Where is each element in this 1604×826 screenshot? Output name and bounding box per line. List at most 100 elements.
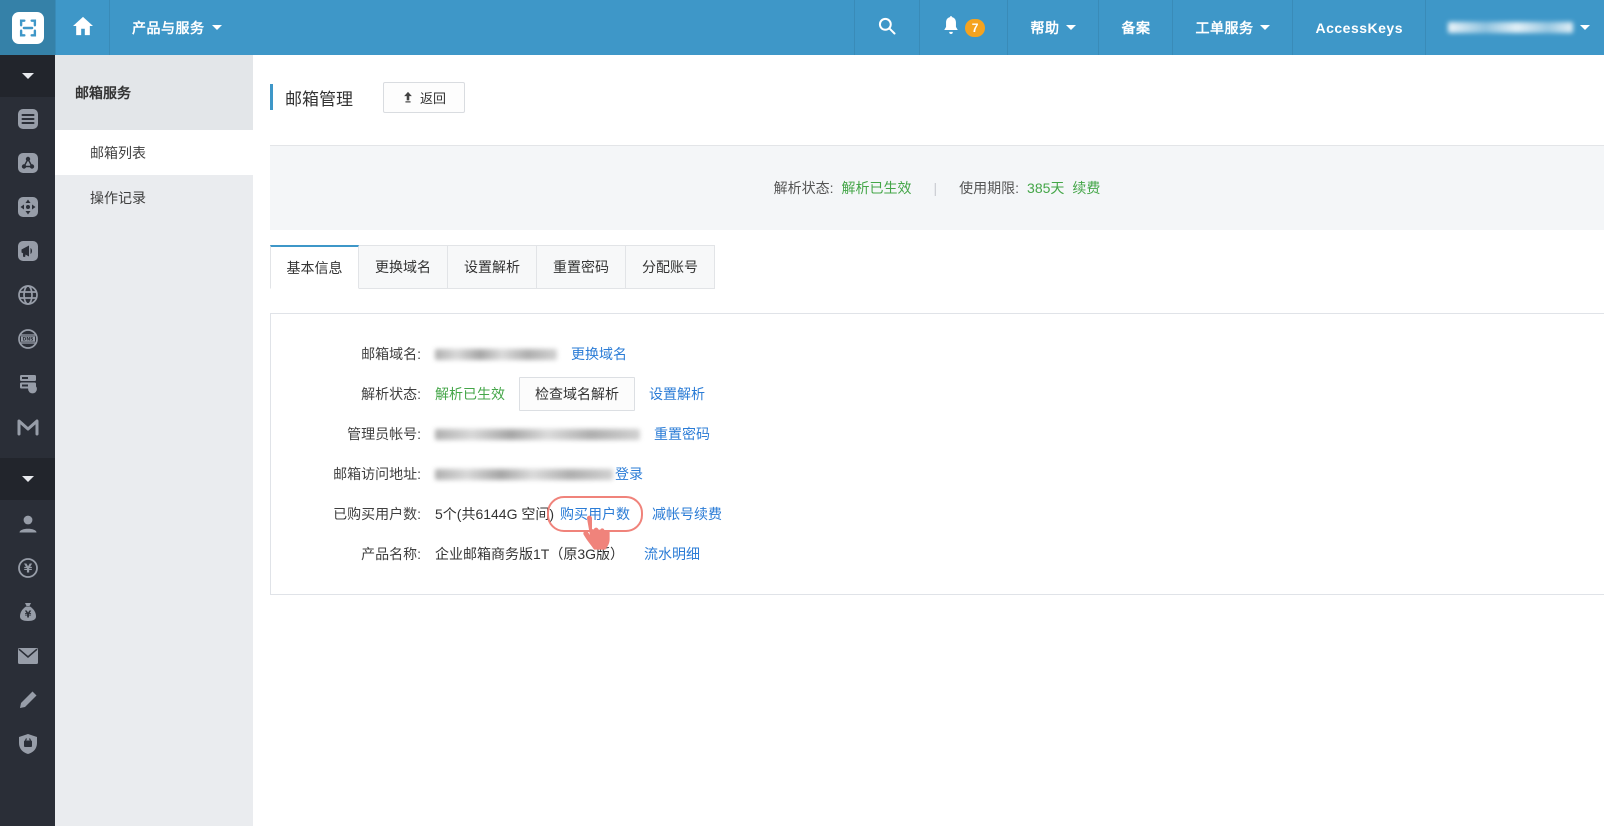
arrow-up-icon <box>402 91 414 103</box>
nodes-icon[interactable] <box>14 150 42 176</box>
resolve-status-label: 解析状态: <box>774 178 834 198</box>
svg-text:DNS: DNS <box>22 337 33 343</box>
bell-icon <box>942 16 960 39</box>
chevron-down-icon <box>1260 25 1270 30</box>
top-navbar: 产品与服务 7 帮助 备案 <box>0 0 1604 55</box>
sidebar-item-operation-log[interactable]: 操作记录 <box>55 175 253 220</box>
resolve-status-value: 解析已生效 <box>842 178 912 198</box>
home-button[interactable] <box>55 0 110 55</box>
ticket-service-menu[interactable]: 工单服务 <box>1172 0 1292 55</box>
sidebar-service-header: 邮箱服务 <box>55 55 253 130</box>
account-name-redacted <box>1448 22 1573 33</box>
console-app: 产品与服务 7 帮助 备案 <box>0 0 1604 826</box>
search-icon <box>877 16 897 39</box>
navbar-spacer <box>244 0 854 55</box>
user-icon[interactable] <box>14 511 42 537</box>
notifications-button[interactable]: 7 <box>919 0 1008 55</box>
account-menu[interactable] <box>1425 0 1604 55</box>
help-menu[interactable]: 帮助 <box>1007 0 1098 55</box>
purchased-users-label: 已购买用户数: <box>271 504 421 524</box>
money-bag-icon[interactable]: ¥ <box>14 599 42 625</box>
tab-set-dns[interactable]: 设置解析 <box>448 245 537 289</box>
compute-arrows-icon[interactable] <box>14 194 42 220</box>
svg-text:¥: ¥ <box>23 561 32 575</box>
page-title: 邮箱管理 <box>285 85 353 110</box>
login-link[interactable]: 登录 <box>615 464 643 484</box>
reduce-renew-link[interactable]: 减帐号续费 <box>652 504 722 524</box>
mailbox-url-label: 邮箱访问地址: <box>271 464 421 484</box>
usage-period-value: 385天 <box>1027 178 1064 198</box>
status-summary-bar: 解析状态: 解析已生效 | 使用期限: 385天 续费 <box>270 145 1604 230</box>
set-dns-link[interactable]: 设置解析 <box>649 384 705 404</box>
sidebar-icon-group-top: DNS <box>0 97 55 458</box>
title-accent-bar <box>270 84 273 110</box>
home-icon <box>72 16 94 39</box>
storage-server-icon[interactable] <box>14 370 42 396</box>
beian-label: 备案 <box>1121 18 1150 38</box>
chevron-down-icon <box>22 73 34 79</box>
status-divider: | <box>934 180 938 196</box>
tab-reset-password[interactable]: 重置密码 <box>537 245 626 289</box>
chevron-down-icon <box>22 476 34 482</box>
ticket-service-label: 工单服务 <box>1195 18 1253 38</box>
notification-count-badge: 7 <box>965 19 986 37</box>
product-name-label: 产品名称: <box>271 544 421 564</box>
basic-info-panel: 邮箱域名: 更换域名 解析状态: 解析已生效 检查域名解析 设置解析 管理员帐号… <box>270 313 1604 595</box>
sidebar-collapse-mid[interactable] <box>0 458 55 500</box>
search-button[interactable] <box>854 0 919 55</box>
accesskeys-link[interactable]: AccessKeys <box>1292 0 1425 55</box>
row-product-name: 产品名称: 企业邮箱商务版1T（原3G版） 流水明细 <box>271 534 1604 574</box>
resolve-status-row-value: 解析已生效 <box>435 384 505 404</box>
mailbox-domain-value-redacted <box>435 349 557 360</box>
check-dns-button[interactable]: 检查域名解析 <box>519 377 635 411</box>
mail-icon[interactable] <box>14 643 42 669</box>
page-header: 邮箱管理 返回 <box>270 77 1604 117</box>
admin-account-value-redacted <box>435 429 640 440</box>
beian-link[interactable]: 备案 <box>1098 0 1172 55</box>
tab-basic-info[interactable]: 基本信息 <box>270 245 359 289</box>
pencil-icon[interactable] <box>14 687 42 713</box>
buy-users-annotation: 购买用户数 <box>560 504 630 524</box>
cdn-megaphone-icon[interactable] <box>14 238 42 264</box>
svg-text:¥: ¥ <box>24 610 31 621</box>
buy-users-link[interactable]: 购买用户数 <box>560 506 630 522</box>
statement-detail-link[interactable]: 流水明细 <box>644 544 700 564</box>
tab-assign-account[interactable]: 分配账号 <box>626 245 715 289</box>
sidebar-item-mailbox-list[interactable]: 邮箱列表 <box>55 130 253 175</box>
renew-link[interactable]: 续费 <box>1072 178 1100 198</box>
chevron-down-icon <box>1580 25 1590 30</box>
tab-change-domain[interactable]: 更换域名 <box>359 245 448 289</box>
admin-account-label: 管理员帐号: <box>271 424 421 444</box>
back-button-label: 返回 <box>420 88 446 107</box>
detail-tabs: 基本信息 更换域名 设置解析 重置密码 分配账号 <box>270 245 1604 289</box>
sidebar-icon-group-bottom: ¥ ¥ <box>0 500 55 775</box>
console-list-icon[interactable] <box>14 106 42 132</box>
purchased-users-value: 5个(共6144G 空间) <box>435 504 554 524</box>
row-resolve-status: 解析状态: 解析已生效 检查域名解析 设置解析 <box>271 374 1604 414</box>
product-name-value: 企业邮箱商务版1T（原3G版） <box>435 544 624 564</box>
yen-circle-icon[interactable]: ¥ <box>14 555 42 581</box>
back-button[interactable]: 返回 <box>383 82 465 113</box>
brand-logo[interactable] <box>0 0 55 55</box>
products-menu[interactable]: 产品与服务 <box>110 0 244 55</box>
globe-icon[interactable] <box>14 282 42 308</box>
mailbox-url-value-redacted <box>435 469 613 480</box>
sidebar-collapse-top[interactable] <box>0 55 55 97</box>
chevron-down-icon <box>212 25 222 30</box>
icon-sidebar: DNS ¥ ¥ <box>0 55 55 826</box>
help-menu-label: 帮助 <box>1030 18 1059 38</box>
main-content: 邮箱管理 返回 解析状态: 解析已生效 | 使用期限: 385天 续费 基本信息… <box>253 55 1604 826</box>
mailbox-domain-label: 邮箱域名: <box>271 344 421 364</box>
reset-password-link[interactable]: 重置密码 <box>654 424 710 444</box>
cloud-logo-icon <box>12 12 44 44</box>
chevron-down-icon <box>1066 25 1076 30</box>
row-mailbox-domain: 邮箱域名: 更换域名 <box>271 334 1604 374</box>
dns-icon[interactable]: DNS <box>14 326 42 352</box>
service-sidebar: 邮箱服务 邮箱列表 操作记录 <box>55 55 253 826</box>
shield-icon[interactable] <box>14 731 42 757</box>
change-domain-link[interactable]: 更换域名 <box>571 344 627 364</box>
row-purchased-users: 已购买用户数: 5个(共6144G 空间) 购买用户数 减帐号续费 <box>271 494 1604 534</box>
resolve-status-row-label: 解析状态: <box>271 384 421 404</box>
m-service-icon[interactable] <box>14 414 42 440</box>
row-mailbox-url: 邮箱访问地址: 登录 <box>271 454 1604 494</box>
